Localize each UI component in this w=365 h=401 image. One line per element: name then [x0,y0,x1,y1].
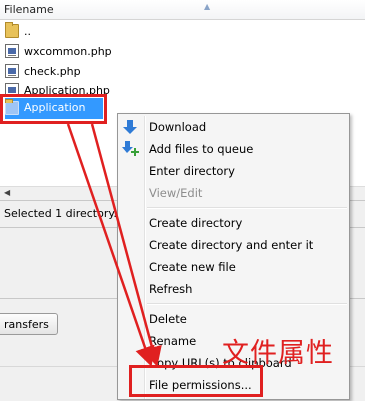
menu-item-download[interactable]: Download [118,116,349,138]
scroll-left-icon[interactable]: ◀ [4,188,10,197]
php-file-icon [5,44,19,58]
menu-separator [147,207,347,209]
menu-item-refresh[interactable]: Refresh [118,278,349,300]
file-name: wxcommon.php [24,45,112,58]
menu-separator [147,303,347,305]
menu-item-label: Delete [149,312,187,326]
list-item-parent-dir[interactable]: .. [5,22,305,41]
filename-column-header[interactable]: Filename ▲ [0,0,365,20]
menu-item-label: Add files to queue [149,142,254,156]
add-to-queue-icon [122,141,139,157]
sort-arrow-icon: ▲ [204,2,211,11]
menu-item-label: Create directory and enter it [149,238,314,252]
list-item-file[interactable]: check.php [5,62,305,81]
menu-item-label: Rename [149,334,197,348]
menu-item-label: Download [149,120,207,134]
menu-item-view-edit: View/Edit [118,182,349,204]
menu-item-delete[interactable]: Delete [118,308,349,330]
menu-item-label: View/Edit [149,186,203,200]
menu-item-label: Create new file [149,260,236,274]
php-file-icon [5,64,19,78]
tab-transfers[interactable]: ransfers [0,313,58,335]
tab-label: ransfers [4,318,49,331]
file-name: .. [24,25,31,38]
list-item-file[interactable]: wxcommon.php [5,42,305,61]
menu-item-add-to-queue[interactable]: Add files to queue [118,138,349,160]
filename-column-label: Filename [4,3,54,16]
menu-item-create-directory[interactable]: Create directory [118,212,349,234]
menu-item-label: Enter directory [149,164,235,178]
file-name: check.php [24,65,81,78]
annotation-text: 文件属性 [222,338,334,369]
menu-item-enter-directory[interactable]: Enter directory [118,160,349,182]
status-text: Selected 1 directory. [4,207,117,220]
folder-icon [5,22,19,38]
menu-item-label: Create directory [149,216,243,230]
menu-item-create-new-file[interactable]: Create new file [118,256,349,278]
menu-item-label: Refresh [149,282,193,296]
download-icon [122,119,138,135]
menu-item-create-directory-and-enter[interactable]: Create directory and enter it [118,234,349,256]
highlight-box-selected-folder [0,94,107,124]
